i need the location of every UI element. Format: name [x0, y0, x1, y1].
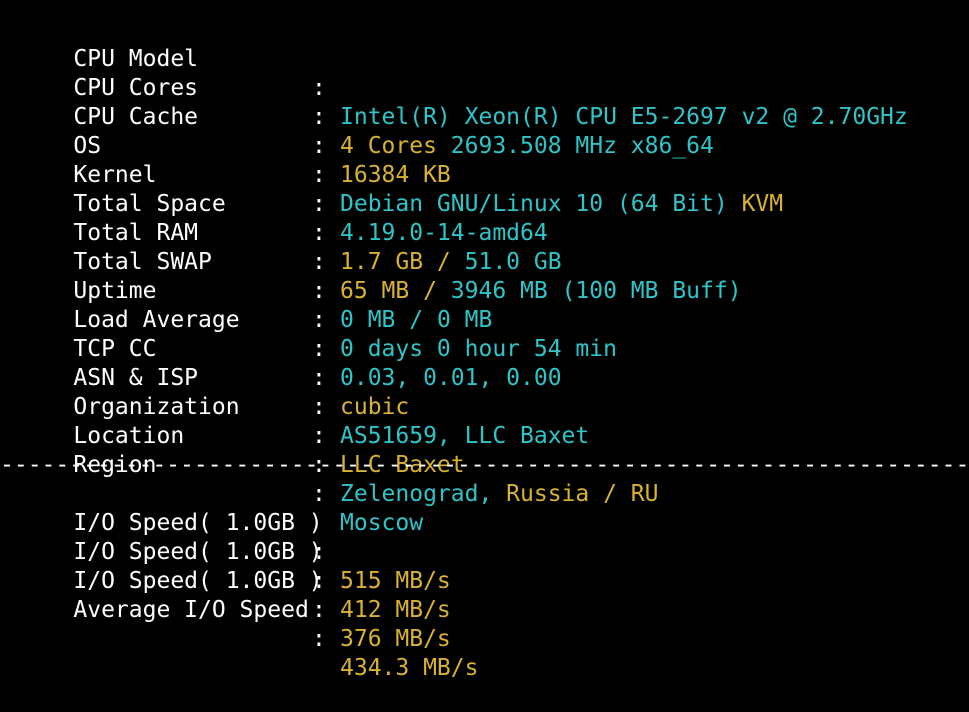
separator: : — [312, 394, 326, 420]
value-part: 51.0 GB — [464, 249, 562, 275]
info-value: AS51659, LLC Baxet — [340, 422, 589, 451]
info-value: 0 MB / 0 MB — [340, 306, 492, 335]
info-row-location: Location : Zelenograd, Russia / RU — [18, 393, 658, 507]
info-value: Debian GNU/Linux 10 (64 Bit) KVM — [340, 190, 783, 219]
separator: : — [312, 162, 326, 188]
value-part: 2693.508 MHz x86_64 — [450, 133, 714, 159]
value-part: 0 days 0 hour 54 min — [340, 336, 617, 362]
value-part: Debian GNU/Linux 10 (64 Bit) — [340, 191, 742, 217]
info-value: Intel(R) Xeon(R) CPU E5-2697 v2 @ 2.70GH… — [340, 103, 908, 132]
value-part: KVM — [741, 191, 784, 217]
separator: : — [312, 249, 326, 275]
value-part: Russia / RU — [506, 481, 659, 507]
info-value: 65 MB / 3946 MB (100 MB Buff) — [340, 277, 742, 306]
value-part: 412 MB/s — [340, 597, 451, 623]
separator: : — [312, 626, 326, 652]
info-value: 4 Cores 2693.508 MHz x86_64 — [340, 132, 714, 161]
io-row-average: Average I/O Speed : 434.3 MB/s — [18, 567, 478, 681]
info-row-region: Region : Moscow — [18, 422, 423, 536]
info-row-uptime: Uptime : 0 days 0 hour 54 min — [18, 248, 617, 362]
info-value: 0.03, 0.01, 0.00 — [340, 364, 562, 393]
info-row-total-swap: Total SWAP : 0 MB / 0 MB — [18, 219, 492, 333]
value-part: 0.03, 0.01, 0.00 — [340, 365, 562, 391]
io-label: Average I/O Speed — [73, 597, 309, 623]
value-part: 1.7 GB / — [340, 249, 465, 275]
section-divider: ----------------------------------------… — [0, 452, 969, 478]
separator: : — [312, 336, 326, 362]
value-part: 3946 MB — [450, 278, 562, 304]
info-value: 0 days 0 hour 54 min — [340, 335, 617, 364]
io-value: 515 MB/s — [340, 567, 451, 596]
separator: : — [312, 191, 326, 217]
io-value: 376 MB/s — [340, 625, 451, 654]
value-part: cubic — [340, 394, 410, 420]
io-row: I/O Speed( 1.0GB ) : 515 MB/s — [18, 480, 450, 594]
terminal-output: CPU Model : Intel(R) Xeon(R) CPU E5-2697… — [0, 0, 969, 681]
io-value: 434.3 MB/s — [340, 654, 478, 683]
value-part: Zelenograd, — [340, 481, 507, 507]
info-row-kernel: Kernel : 4.19.0-14-amd64 — [18, 132, 547, 246]
value-part: 16384 KB — [340, 162, 451, 188]
info-row-asn-isp: ASN & ISP : AS51659, LLC Baxet — [18, 335, 589, 449]
info-row-os: OS : Debian GNU/Linux 10 (64 Bit) KVM — [18, 103, 783, 217]
separator: : — [312, 75, 326, 101]
separator: : — [312, 423, 326, 449]
io-row: I/O Speed( 1.0GB ) : 376 MB/s — [18, 538, 450, 652]
io-value: 412 MB/s — [340, 596, 451, 625]
value-part: 0 MB — [436, 307, 493, 333]
value-part: (100 MB Buff) — [561, 278, 742, 304]
value-part: 4.19.0-14-amd64 — [340, 220, 548, 246]
value-part: AS51659, LLC Baxet — [340, 423, 590, 449]
separator: : — [312, 133, 326, 159]
separator: : — [312, 365, 326, 391]
value-part: Moscow — [340, 510, 424, 536]
io-row: I/O Speed( 1.0GB ) : 412 MB/s — [18, 509, 450, 623]
separator: : — [312, 278, 326, 304]
value-part: 434.3 MB/s — [340, 655, 479, 681]
info-row-load-average: Load Average : 0.03, 0.01, 0.00 — [18, 277, 561, 391]
value-part: Intel(R) Xeon(R) CPU E5-2697 v2 @ 2.70GH… — [340, 104, 908, 130]
info-value: 4.19.0-14-amd64 — [340, 219, 548, 248]
value-part: 0 MB / — [340, 307, 437, 333]
info-row-cpu-model: CPU Model : Intel(R) Xeon(R) CPU E5-2697… — [18, 16, 907, 130]
separator: : — [312, 307, 326, 333]
value-part: 515 MB/s — [340, 568, 451, 594]
info-value: Moscow — [340, 509, 423, 538]
value-part: 376 MB/s — [340, 626, 451, 652]
info-row-organization: Organization : LLC Baxet — [18, 364, 464, 478]
info-row-total-space: Total Space : 1.7 GB / 51.0 GB — [18, 161, 561, 275]
info-row-cpu-cache: CPU Cache : 16384 KB — [18, 74, 450, 188]
separator: : — [312, 597, 326, 623]
info-row-total-ram: Total RAM : 65 MB / 3946 MB (100 MB Buff… — [18, 190, 741, 304]
info-value: 16384 KB — [340, 161, 451, 190]
value-part: 4 Cores — [340, 133, 451, 159]
info-row-tcp-cc: TCP CC : cubic — [18, 306, 409, 420]
value-part: 65 MB / — [340, 278, 451, 304]
info-row-cpu-cores: CPU Cores : 4 Cores 2693.508 MHz x86_64 — [18, 45, 714, 159]
info-value: 1.7 GB / 51.0 GB — [340, 248, 562, 277]
info-value: Zelenograd, Russia / RU — [340, 480, 659, 509]
separator: : — [312, 104, 326, 130]
info-value: cubic — [340, 393, 409, 422]
separator: : — [312, 220, 326, 246]
